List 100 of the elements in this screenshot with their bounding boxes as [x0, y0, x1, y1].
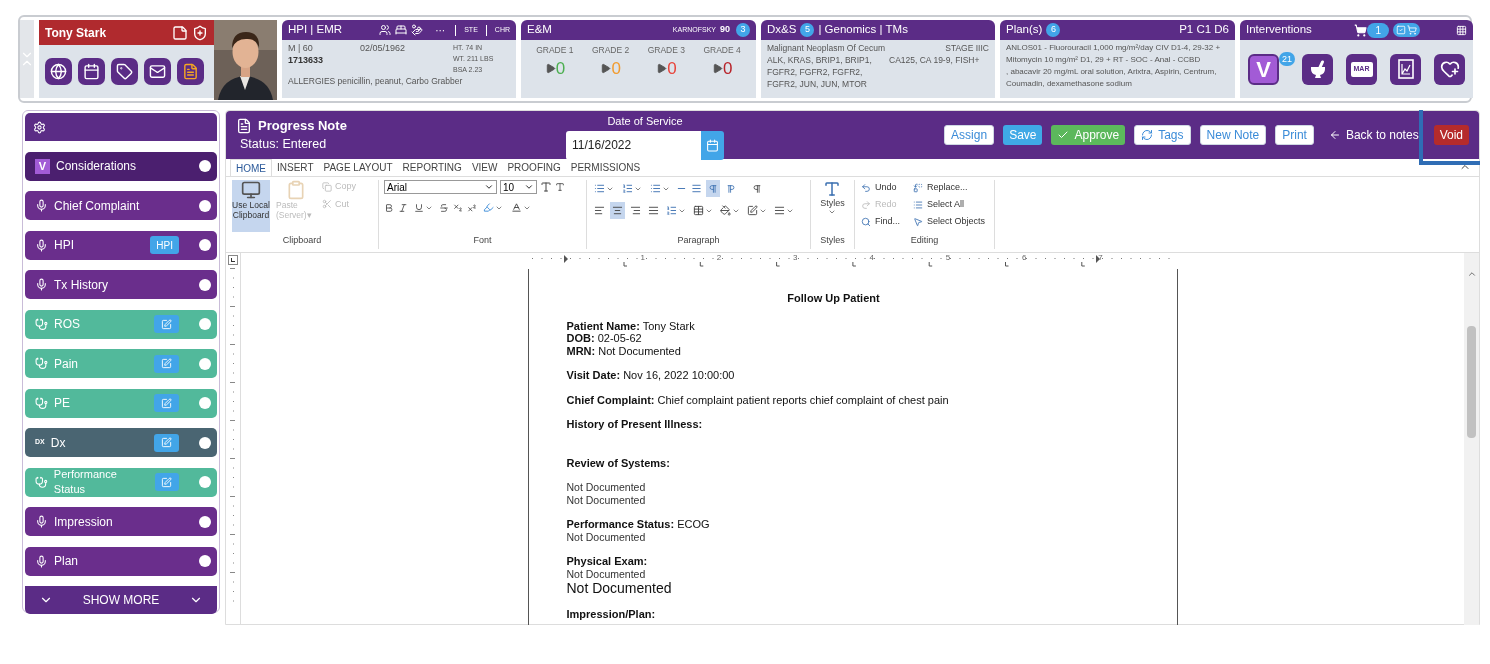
edit-command[interactable]: Select All: [913, 197, 988, 212]
checkbox-icon: [1396, 25, 1406, 35]
sidebar-item[interactable]: Plan: [25, 546, 217, 576]
stethoscope-icon: [35, 357, 48, 370]
edit-command[interactable]: Find...: [861, 214, 903, 229]
considerations-button[interactable]: V: [1248, 53, 1279, 85]
scrollbar-thumb[interactable]: [1467, 326, 1476, 438]
grow-font-icon[interactable]: [540, 181, 552, 193]
mortar-pestle-button[interactable]: [1302, 53, 1333, 85]
cart-icon[interactable]: [1354, 23, 1368, 37]
scroll-up-icon[interactable]: [1466, 269, 1477, 279]
karnofsky-score: 90: [720, 23, 730, 37]
pointer-icon: [913, 216, 923, 227]
grid-icon[interactable]: [1456, 24, 1467, 36]
people-icon[interactable]: [379, 24, 392, 36]
ribbon-tab[interactable]: VIEW: [466, 159, 503, 176]
edit-command[interactable]: Undo: [861, 180, 903, 195]
sidebar-item-label: Pain: [54, 355, 79, 373]
italic-icon[interactable]: [398, 202, 408, 213]
sidebar-item[interactable]: HPI HPI: [25, 230, 217, 260]
paint-bucket-icon: [720, 205, 731, 216]
sidebar-item[interactable]: Impression: [25, 507, 217, 536]
action-button[interactable]: New Note: [1199, 125, 1267, 145]
ruler-number: 6: [1022, 253, 1028, 262]
tab-stop-button[interactable]: [228, 255, 238, 265]
ribbon-tab[interactable]: REPORTING: [397, 159, 467, 176]
microphone-icon: [35, 278, 48, 291]
edit-command[interactable]: Replace...: [913, 180, 988, 195]
chart-button[interactable]: [1390, 53, 1421, 85]
microphone-icon: [35, 238, 48, 252]
field-value: 02-05-62: [597, 332, 642, 344]
action-button[interactable]: Tags: [1134, 125, 1191, 145]
ribbon-tab[interactable]: INSERT: [272, 159, 319, 176]
strikethrough-icon[interactable]: [439, 202, 449, 213]
count-badge: 3: [736, 23, 750, 37]
sidebar-item-label: ROS: [54, 316, 80, 333]
caret-icon: [828, 208, 837, 216]
replace-icon: [913, 182, 923, 193]
grade-label: GRADE 1: [536, 44, 574, 57]
superscript-icon[interactable]: [467, 202, 477, 213]
globe-button[interactable]: [45, 58, 72, 85]
sidebar-item[interactable]: V Considerations: [25, 151, 217, 181]
sex-age: M | 60: [288, 42, 314, 54]
group-label: Styles: [820, 233, 845, 247]
settings-icon[interactable]: [33, 120, 46, 134]
edit-command[interactable]: Select Objects: [913, 214, 988, 229]
styles-button[interactable]: Styles: [820, 180, 845, 216]
undo-icon: [861, 182, 871, 193]
ruler-number: 7: [1098, 253, 1104, 262]
scrollbar[interactable]: [1464, 253, 1479, 625]
count-badge: 6: [1046, 22, 1061, 37]
pilcrow-icon: [708, 183, 718, 194]
group-label: Editing: [909, 233, 940, 247]
font-size-select[interactable]: 10: [500, 180, 537, 194]
note-title: Progress Note: [258, 116, 347, 135]
sidebar-item[interactable]: Chief Complaint: [25, 191, 217, 220]
mail-button[interactable]: [144, 58, 171, 85]
text-direction-button[interactable]: [706, 180, 720, 197]
ribbon-tab[interactable]: HOME: [230, 159, 272, 176]
hand-coins-icon[interactable]: [411, 24, 424, 36]
date-field[interactable]: 11/16/2022: [566, 130, 701, 160]
show-formatting-icon[interactable]: [752, 183, 762, 194]
action-button[interactable]: Assign: [944, 125, 995, 145]
diagnosis: Malignant Neoplasm Of Cecum: [767, 41, 887, 54]
grade-label: GRADE 2: [591, 44, 630, 57]
note-icon[interactable]: [172, 24, 188, 41]
ribbon-tab[interactable]: PERMISSIONS: [565, 159, 646, 176]
bed-icon[interactable]: [395, 24, 408, 36]
section-text: Not Documented: [566, 481, 647, 494]
shield-plus-icon[interactable]: [192, 24, 208, 41]
checked-cart-button[interactable]: [1393, 23, 1420, 37]
bold-icon[interactable]: [384, 202, 394, 213]
subscript-icon[interactable]: [453, 202, 463, 213]
ribbon-tab[interactable]: PROOFING: [502, 159, 566, 176]
list-icon: [650, 183, 661, 194]
ribbon-tab[interactable]: PAGE LAYOUT: [318, 159, 398, 176]
calendar-button[interactable]: [701, 130, 724, 160]
document-icon: [182, 63, 199, 80]
show-more-button[interactable]: SHOW MORE: [25, 586, 217, 614]
search-icon: [861, 216, 871, 227]
align-button[interactable]: [610, 202, 625, 219]
v-icon: V: [35, 158, 50, 174]
back-link[interactable]: Back to notes: [1322, 125, 1425, 145]
calendar-button[interactable]: [78, 58, 105, 85]
tag-button[interactable]: [111, 58, 138, 85]
group-label: Font: [472, 233, 493, 247]
sidebar-item[interactable]: Tx History: [25, 270, 217, 299]
shrink-font-icon[interactable]: [555, 182, 565, 192]
heart-plus-button[interactable]: [1434, 53, 1465, 85]
field-value: ECOG: [677, 518, 710, 530]
font-family-select[interactable]: Arial: [384, 180, 497, 194]
mrn: 1713633: [288, 54, 325, 66]
increase-indent-icon[interactable]: [691, 183, 702, 194]
action-button[interactable]: Void: [1433, 125, 1469, 145]
sidebar-item-label: Chief Complaint: [54, 197, 140, 215]
local-clipboard-button[interactable]: Use Local Clipboard: [232, 180, 270, 232]
document-button[interactable]: [177, 58, 204, 85]
action-button[interactable]: Print: [1275, 125, 1314, 145]
section-text: Not Documented: [566, 493, 647, 506]
edit-button[interactable]: [154, 433, 179, 452]
